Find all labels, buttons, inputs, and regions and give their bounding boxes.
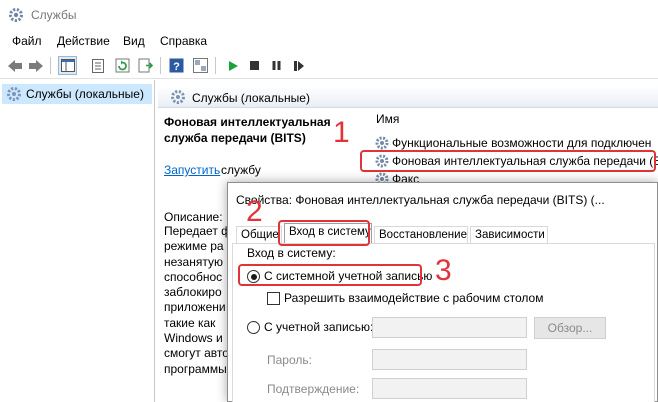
snapin-view-icon[interactable] (191, 56, 210, 75)
annotation-box-3 (238, 264, 422, 286)
start-service-icon[interactable] (223, 56, 242, 75)
pane-header: Службы (локальные) (158, 86, 658, 108)
this-account-radio[interactable] (247, 321, 260, 334)
services-gear-icon (6, 86, 22, 105)
column-header-name[interactable]: Имя (376, 112, 399, 126)
annotation-number-1: 1 (333, 116, 350, 149)
refresh-icon[interactable] (113, 56, 132, 75)
browse-button[interactable]: Обзор... (534, 317, 606, 339)
console-tree-icon[interactable] (58, 56, 77, 75)
back-arrow-icon[interactable] (5, 56, 24, 75)
tree-item-label: Службы (локальные) (26, 87, 144, 101)
account-name-field[interactable] (372, 317, 527, 338)
menu-bar: Файл Действие Вид Справка (0, 30, 658, 52)
annotation-number-2: 2 (246, 195, 263, 228)
allow-desktop-checkbox[interactable] (267, 292, 280, 305)
password-field[interactable] (372, 349, 527, 370)
menu-help[interactable]: Справка (160, 34, 207, 48)
toolbar: ? (0, 52, 658, 79)
forward-arrow-icon[interactable] (26, 56, 45, 75)
annotation-box-2 (278, 220, 370, 246)
this-account-label: С учетной записью: (264, 320, 374, 334)
menu-file[interactable]: Файл (12, 34, 42, 48)
password-label: Пароль: (267, 353, 312, 367)
confirm-password-label: Подтверждение: (267, 382, 360, 396)
logon-group-label: Вход в систему: (247, 246, 336, 260)
tab-dependencies[interactable]: Зависимости (470, 226, 548, 244)
menu-view[interactable]: Вид (123, 34, 145, 48)
help-icon[interactable]: ? (167, 56, 186, 75)
list-item-label: Функциональные возможности для подключен (392, 136, 652, 150)
allow-desktop-label: Разрешить взаимодействие с рабочим столо… (284, 291, 544, 305)
svg-text:?: ? (173, 61, 180, 73)
menu-action[interactable]: Действие (57, 34, 110, 48)
services-gear-icon (8, 7, 24, 23)
annotation-box-1 (360, 150, 656, 172)
tab-recovery[interactable]: Восстановление (374, 226, 468, 244)
pane-header-label: Службы (локальные) (192, 91, 310, 105)
start-service-suffix: службу (221, 163, 261, 177)
restart-service-icon[interactable] (289, 56, 308, 75)
description-text: Передает ф режиме ра незанятую способнос… (164, 224, 231, 376)
start-service-link[interactable]: Запустить (164, 163, 220, 177)
export-list-icon[interactable] (136, 56, 155, 75)
properties-sheet-icon[interactable] (88, 56, 107, 75)
title-bar: Службы (0, 0, 658, 30)
window-title: Службы (31, 8, 77, 22)
confirm-password-field[interactable] (372, 378, 527, 399)
dialog-title: Свойства: Фоновая интеллектуальная служб… (236, 193, 605, 207)
stop-service-icon[interactable] (245, 56, 264, 75)
annotation-number-3: 3 (435, 254, 452, 287)
services-gear-icon (170, 89, 186, 108)
console-tree: Службы (локальные) (0, 80, 155, 402)
description-label: Описание: (164, 210, 223, 224)
properties-dialog: Свойства: Фоновая интеллектуальная служб… (227, 182, 658, 402)
pause-service-icon[interactable] (267, 56, 286, 75)
tree-item-local-services[interactable]: Службы (локальные) (2, 84, 152, 104)
